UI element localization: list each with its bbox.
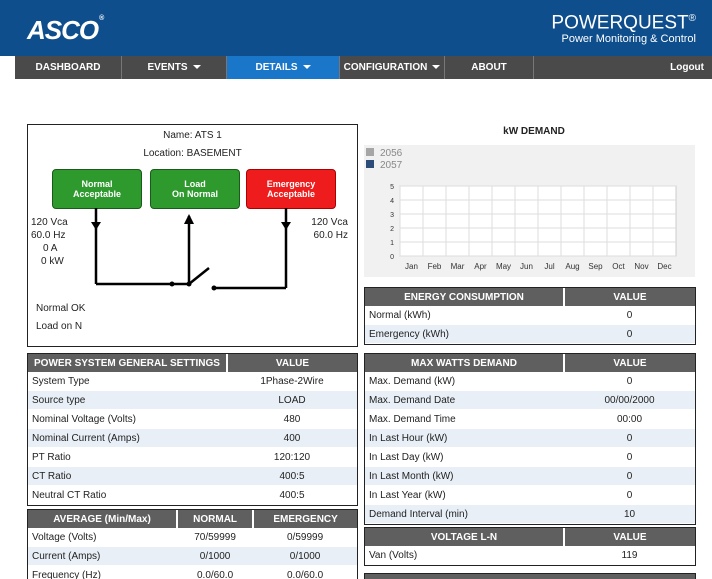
y-tick-label: 5 [390,184,394,191]
x-tick-label: May [496,262,511,271]
table-row: Neutral CT Ratio400:5 [28,486,357,505]
y-tick-label: 0 [390,254,394,261]
x-tick-label: Sep [588,262,603,271]
table-row: Demand Interval (min)10 [365,505,695,524]
legend-label-2056: 2056 [380,148,403,159]
chevron-down-icon [303,65,311,69]
nav-configuration[interactable]: CONFIGURATION [340,56,445,79]
table-row: Emergency (kWh)0 [365,325,695,344]
y-tick-label: 3 [390,212,394,219]
table-row: Frequency (Hz)0.0/60.00.0/60.0 [28,566,357,579]
legend-swatch-2057 [366,160,374,168]
x-tick-label: Oct [612,262,625,271]
x-tick-label: Jul [544,262,554,271]
next-panel-edge [364,573,696,579]
load-status-text: Load on N [36,321,82,332]
x-tick-label: Mar [451,262,465,271]
kw-demand-title: kW DEMAND [364,126,704,137]
chevron-down-icon [193,65,201,69]
chevron-down-icon [432,65,440,69]
power-settings-panel: POWER SYSTEM GENERAL SETTINGSVALUE Syste… [27,353,358,506]
voltage-ln-table: VOLTAGE L-NVALUE Van (Volts)119 [365,528,695,565]
legend-swatch-2056 [366,148,374,156]
table-row: CT Ratio400:5 [28,467,357,486]
normal-status-text: Normal OK [36,303,85,314]
table-row: Max. Demand Time00:00 [365,410,695,429]
y-tick-label: 1 [390,240,394,247]
x-tick-label: Nov [634,262,648,271]
y-tick-label: 2 [390,226,394,233]
table-row: System Type1Phase-2Wire [28,372,357,391]
main-nav: DASHBOARD EVENTS DETAILS CONFIGURATION A… [15,56,712,79]
kw-demand-svg: 2056 2057 0 1 2 3 4 5 Jan Feb Mar Apr May Jun Jul Aug… [364,145,695,277]
x-tick-label: Dec [657,262,671,271]
table-row: Voltage (Volts)70/599990/59999 [28,528,357,547]
table-row: Current (Amps)0/10000/1000 [28,547,357,566]
table-row: Nominal Voltage (Volts)480 [28,410,357,429]
normal-arrow-icon [91,222,101,230]
average-panel: AVERAGE (Min/Max)NORMALEMERGENCY Voltage… [27,509,358,579]
x-tick-label: Jan [405,262,418,271]
table-row: Nominal Current (Amps)400 [28,429,357,448]
table-row: PT Ratio120:120 [28,448,357,467]
nav-events[interactable]: EVENTS [122,56,227,79]
power-settings-table: POWER SYSTEM GENERAL SETTINGSVALUE Syste… [28,354,357,505]
nav-dashboard[interactable]: DASHBOARD [15,56,122,79]
table-row: Max. Demand Date00/00/2000 [365,391,695,410]
nav-details[interactable]: DETAILS [227,56,340,79]
switch-contact-icon [170,282,175,287]
nav-about[interactable]: ABOUT [445,56,534,79]
switch-blade [189,268,209,284]
table-row: In Last Day (kW)0 [365,448,695,467]
max-watts-panel: MAX WATTS DEMANDVALUE Max. Demand (kW)0 … [364,353,696,525]
x-tick-label: Aug [565,262,579,271]
kw-demand-chart: 2056 2057 0 1 2 3 4 5 Jan Feb Mar Apr May Jun Jul Aug… [364,145,695,277]
table-row: In Last Hour (kW)0 [365,429,695,448]
table-row: In Last Year (kW)0 [365,486,695,505]
voltage-ln-panel: VOLTAGE L-NVALUE Van (Volts)119 [364,527,696,566]
x-tick-label: Apr [474,262,487,271]
normal-readings: 120 Vca 60.0 Hz 0 A 0 kW [31,216,68,268]
load-arrow-icon [184,214,194,224]
energy-table: ENERGY CONSUMPTIONVALUE Normal (kWh)0 Em… [365,288,695,344]
x-tick-label: Feb [428,262,442,271]
average-table: AVERAGE (Min/Max)NORMALEMERGENCY Voltage… [28,510,357,579]
table-row: Van (Volts)119 [365,546,695,565]
table-row: Normal (kWh)0 [365,306,695,325]
logout-link[interactable]: Logout [670,56,704,79]
powerquest-logo: POWERQUEST® Power Monitoring & Control [551,9,696,45]
table-row: In Last Month (kW)0 [365,467,695,486]
emergency-readings: 120 Vca 60.0 Hz [290,216,348,242]
legend-label-2057: 2057 [380,160,403,171]
y-tick-label: 4 [390,198,394,205]
energy-consumption-panel: ENERGY CONSUMPTIONVALUE Normal (kWh)0 Em… [364,287,696,345]
x-tick-label: Jun [520,262,533,271]
asco-logo: ASCO® [27,15,103,46]
table-row: Max. Demand (kW)0 [365,372,695,391]
app-header: ASCO® POWERQUEST® Power Monitoring & Con… [0,0,712,56]
max-watts-table: MAX WATTS DEMANDVALUE Max. Demand (kW)0 … [365,354,695,524]
table-row: Source typeLOAD [28,391,357,410]
